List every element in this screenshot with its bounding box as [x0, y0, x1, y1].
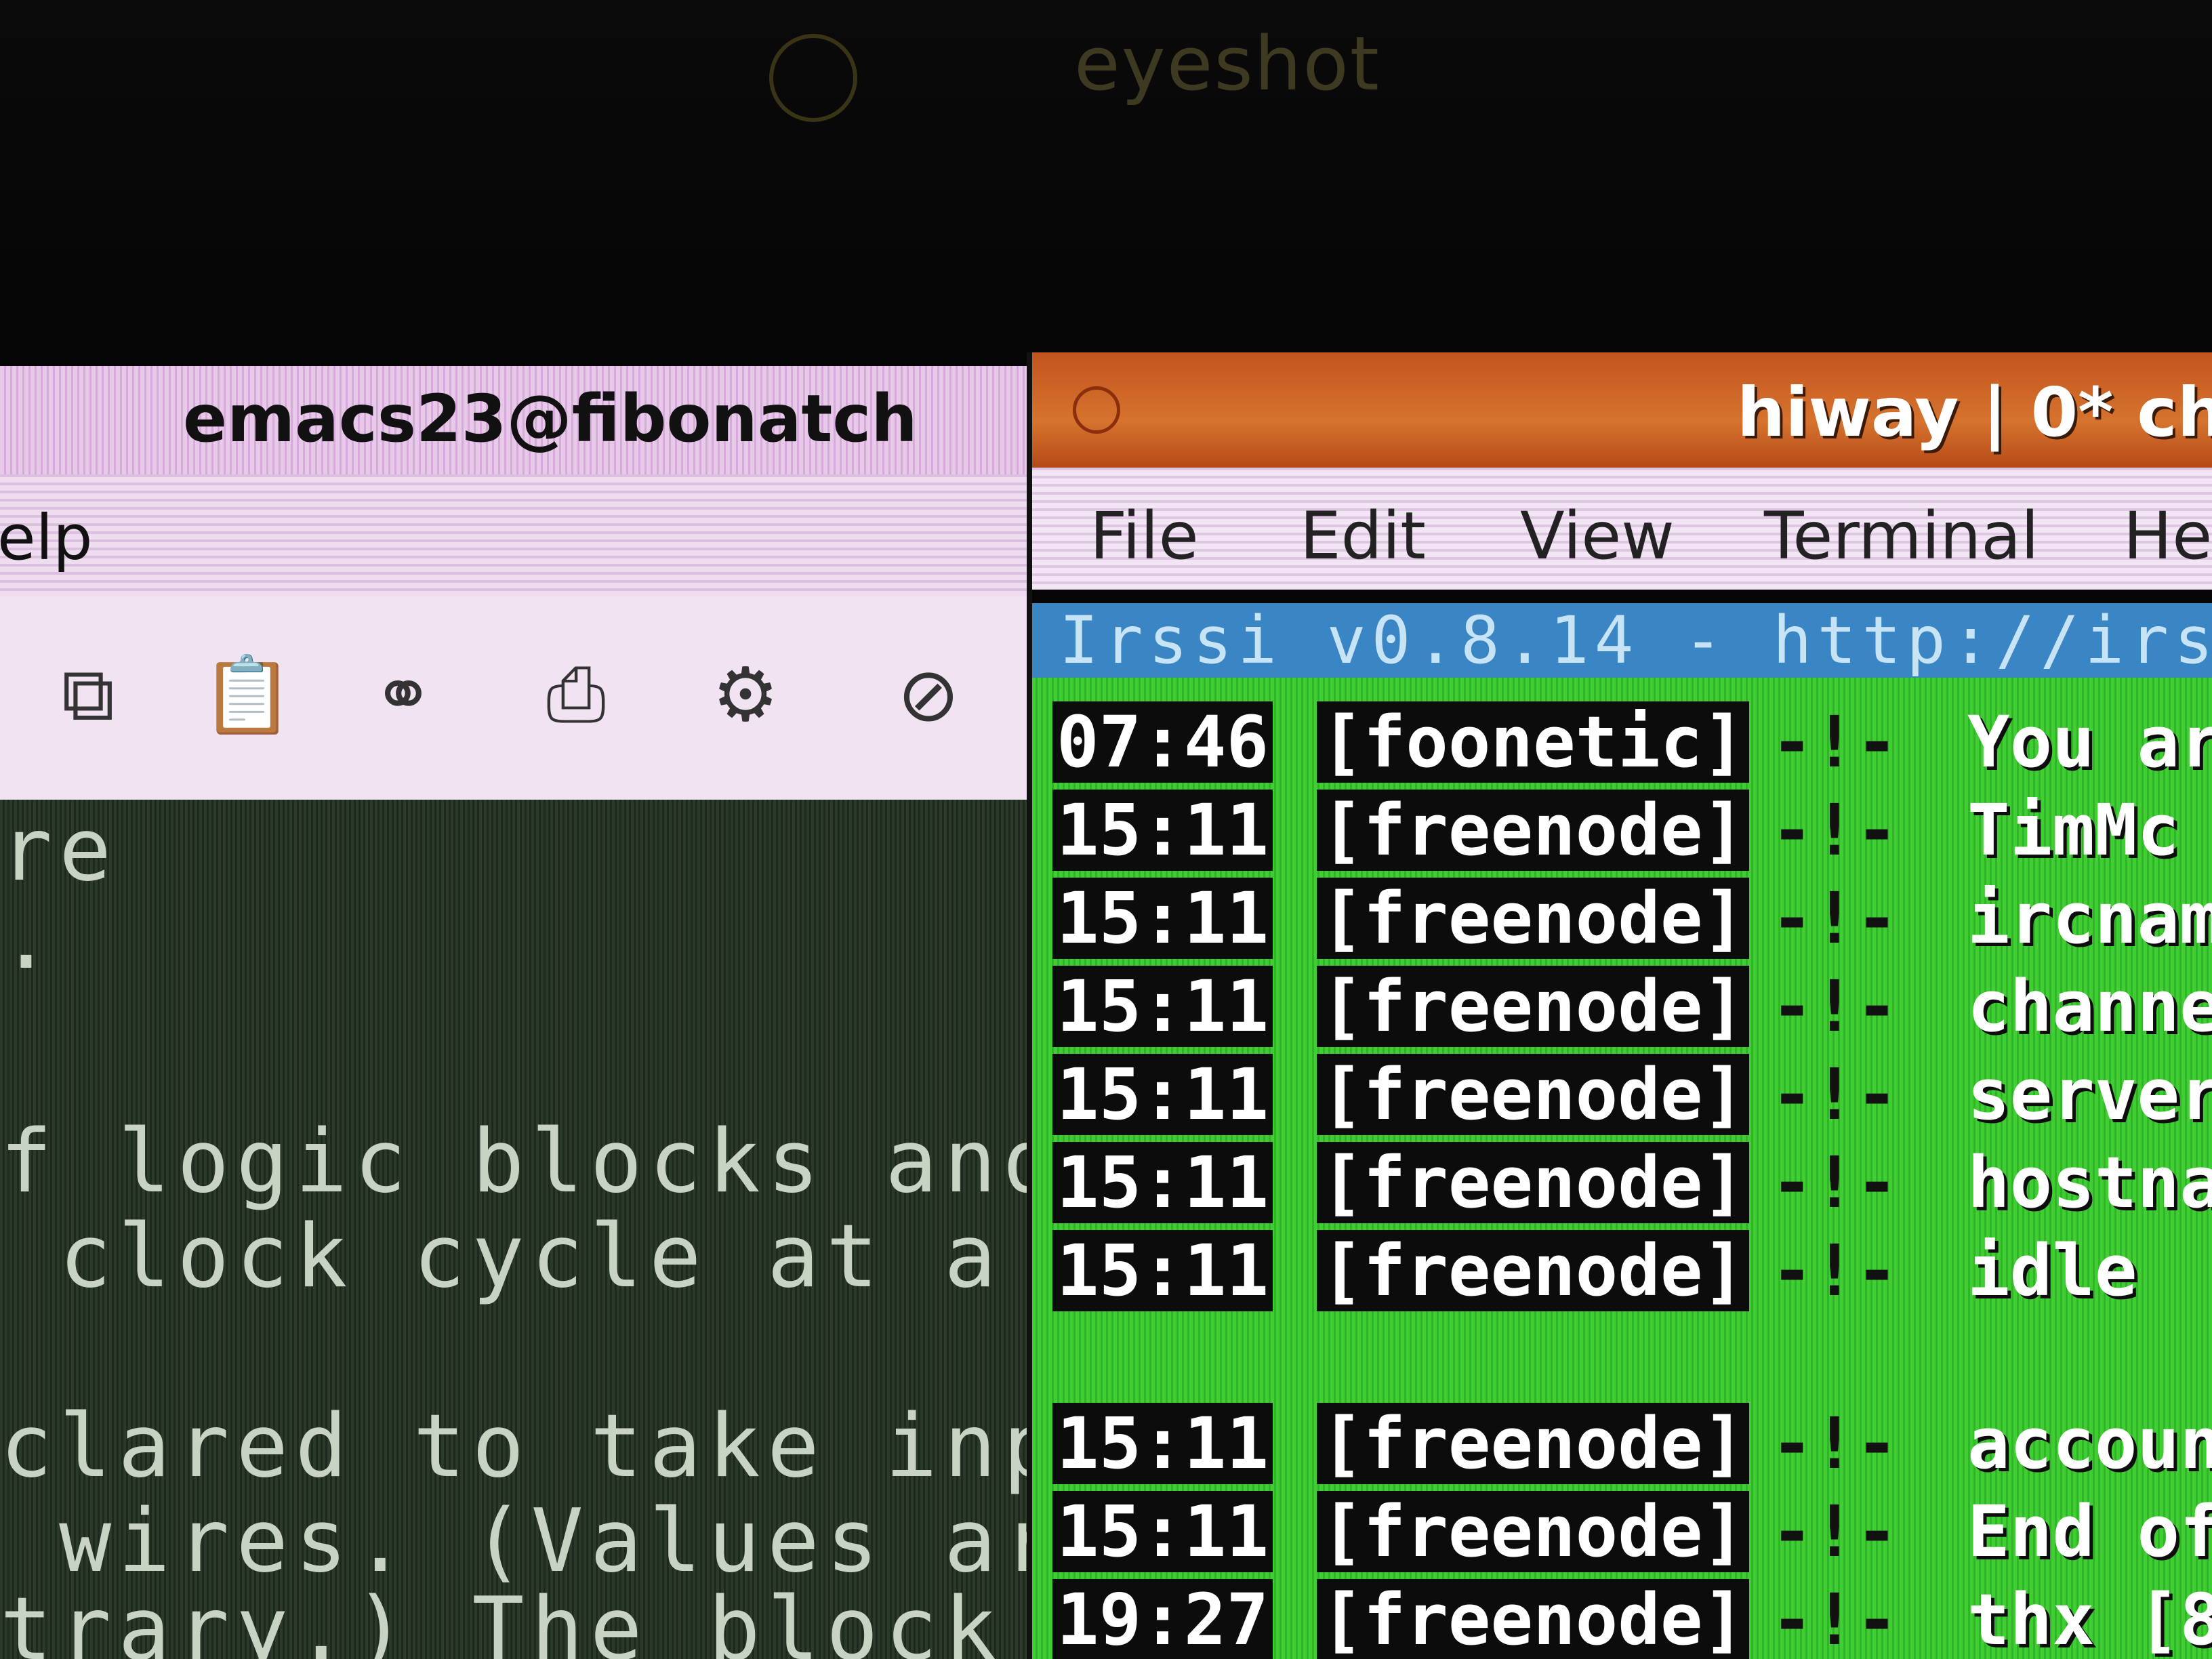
buffer-line: . [0, 888, 60, 989]
message-network: [freenode] [1317, 1230, 1750, 1311]
message-text: thx [81 [1967, 1578, 2212, 1659]
irssi-topic-bar: Irssi v0.8.14 - http://irss [1032, 603, 2212, 678]
message-timestamp: 15:11 [1052, 878, 1273, 959]
terminal-menu-bar: File Edit View Terminal He [1032, 468, 2212, 590]
message-network: [freenode] [1317, 1403, 1750, 1484]
message-timestamp: 15:11 [1052, 1491, 1273, 1572]
irc-message-line: 15:11 [freenode] -!- End of W [1032, 1491, 2212, 1572]
message-timestamp: 15:11 [1052, 1403, 1273, 1484]
message-text: hostna [1967, 1141, 2212, 1224]
message-text: server [1967, 1053, 2212, 1136]
message-indicator: -!- [1771, 1229, 1898, 1312]
buffer-line: re [0, 800, 119, 901]
message-indicator: -!- [1771, 1053, 1898, 1136]
message-timestamp: 15:11 [1052, 1142, 1273, 1223]
brand-logo-icon [769, 34, 857, 122]
menu-terminal[interactable]: Terminal [1764, 498, 2039, 574]
emacs-window-title: emacs23@fibonatch [183, 381, 918, 457]
message-indicator: -!- [1771, 965, 1898, 1048]
message-network: [freenode] [1317, 1579, 1750, 1659]
message-indicator: -!- [1771, 789, 1898, 872]
customize-icon[interactable]: ⚙ [695, 644, 796, 745]
message-indicator: -!- [1771, 1141, 1898, 1224]
terminal-title-bar[interactable]: hiway | 0* ch [1032, 352, 2212, 468]
irc-message-line: 15:11 [freenode] -!- channe [1032, 966, 2212, 1047]
message-text: ircname [1967, 877, 2212, 960]
message-network: [freenode] [1317, 1491, 1750, 1572]
paste-icon[interactable]: 📋 [197, 644, 298, 745]
message-network: [freenode] [1317, 878, 1750, 959]
buffer-line: trary.) The block [0, 1579, 1004, 1659]
irc-message-line: 15:11 [freenode] -!- accoun [1032, 1403, 2212, 1484]
message-timestamp: 19:27 [1052, 1579, 1273, 1659]
menu-view[interactable]: View [1520, 498, 1675, 574]
menu-file[interactable]: File [1090, 498, 1199, 574]
message-network: [freenode] [1317, 1142, 1750, 1223]
message-network: [foonetic] [1317, 701, 1750, 783]
menu-help[interactable]: elp [0, 501, 93, 574]
message-network: [freenode] [1317, 1054, 1750, 1135]
message-indicator: -!- [1771, 701, 1898, 783]
message-indicator: -!- [1771, 1402, 1898, 1485]
message-text: End of W [1967, 1490, 2212, 1573]
print-icon[interactable]: ⎙ [525, 644, 627, 745]
brand-text: eyeshot [1074, 20, 1380, 107]
message-timestamp: 15:11 [1052, 966, 1273, 1047]
message-text: channe [1967, 965, 2212, 1048]
message-timestamp: 15:11 [1052, 1054, 1273, 1135]
help-icon[interactable]: ⊘ [878, 644, 979, 745]
emacs-menu-bar: elp [0, 474, 1027, 596]
irc-message-line: 15:11 [freenode] -!- server [1032, 1054, 2212, 1135]
irc-message-line: 15:11 [freenode] -!- ircname [1032, 878, 2212, 959]
search-binoculars-icon[interactable]: ⚭ [352, 644, 454, 745]
message-network: [freenode] [1317, 790, 1750, 871]
message-text: accoun [1967, 1402, 2212, 1485]
message-timestamp: 15:11 [1052, 1230, 1273, 1311]
emacs-title-bar[interactable]: emacs23@fibonatch [0, 366, 1027, 474]
buffer-line: clock cycle at a tim [59, 1206, 1004, 1307]
menu-edit[interactable]: Edit [1300, 498, 1426, 574]
irc-message-line: 07:46 [foonetic] -!- You are [1032, 701, 2212, 783]
terminal-window-title: hiway | 0* ch [1737, 373, 2212, 452]
message-text: You are [1967, 701, 2212, 783]
irc-message-line: 15:11 [freenode] -!- hostna [1032, 1142, 2212, 1223]
message-text: TimMc [ [1967, 789, 2212, 872]
window-menu-icon[interactable] [1073, 386, 1120, 434]
irc-message-line: 15:11 [freenode] -!- idle [1032, 1230, 2212, 1311]
message-indicator: -!- [1771, 1490, 1898, 1573]
message-text: idle [1967, 1229, 2137, 1312]
irc-message-line: 15:11 [freenode] -!- TimMc [ [1032, 790, 2212, 871]
buffer-line: f logic blocks and re [0, 1111, 1027, 1212]
message-timestamp: 15:11 [1052, 790, 1273, 871]
terminal-window: hiway | 0* ch File Edit View Terminal He… [1027, 352, 2212, 1659]
message-network: [freenode] [1317, 966, 1750, 1047]
buffer-line: wires. (Values are n [59, 1491, 1027, 1592]
monitor-bezel: eyeshot [0, 0, 2212, 366]
irc-message-line: 19:27 [freenode] -!- thx [81 [1032, 1579, 2212, 1659]
buffer-line: clared to take inputs [0, 1396, 1027, 1497]
message-indicator: -!- [1771, 1578, 1898, 1659]
emacs-toolbar [0, 596, 1027, 800]
menu-help[interactable]: He [2123, 498, 2212, 574]
copy-icon[interactable]: ⧉ [37, 644, 139, 745]
emacs-window: emacs23@fibonatch elp ⧉ 📋 ⚭ ⎙ ⚙ ⊘ re . f… [0, 366, 1027, 1659]
message-timestamp: 07:46 [1052, 701, 1273, 783]
message-indicator: -!- [1771, 877, 1898, 960]
